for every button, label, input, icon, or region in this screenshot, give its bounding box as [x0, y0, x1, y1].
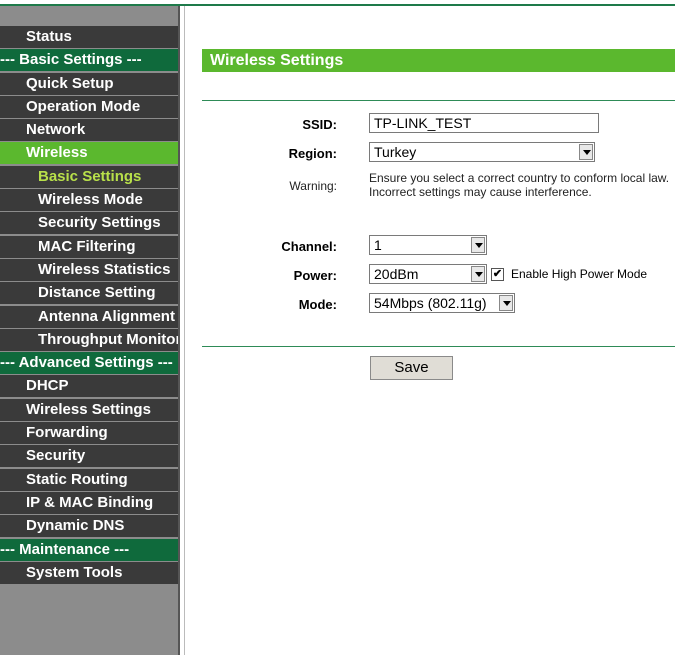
sidebar-item-quick-setup[interactable]: Quick Setup — [0, 72, 178, 95]
power-select[interactable]: 20dBm — [369, 264, 487, 284]
divider-top — [202, 100, 675, 101]
region-select[interactable]: Turkey — [369, 142, 595, 162]
sidebar-item-antenna-alignment[interactable]: Antenna Alignment — [0, 305, 178, 328]
power-label: Power: — [293, 268, 337, 283]
chevron-down-icon — [471, 237, 485, 253]
sidebar-item-static-routing[interactable]: Static Routing — [0, 468, 178, 491]
sidebar-item-system-tools[interactable]: System Tools — [0, 561, 178, 584]
sidebar-item-mac-filtering[interactable]: MAC Filtering — [0, 235, 178, 258]
ssid-input[interactable]: TP-LINK_TEST — [369, 113, 599, 133]
sidebar-item-wireless-statistics[interactable]: Wireless Statistics — [0, 258, 178, 281]
sidebar-item-operation-mode[interactable]: Operation Mode — [0, 95, 178, 118]
sidebar: Status --- Basic Settings --- Quick Setup O… — [0, 6, 178, 655]
region-select-value: Turkey — [374, 144, 417, 160]
chevron-down-icon — [579, 144, 593, 160]
sidebar-section-maintenance: --- Maintenance --- — [0, 538, 178, 561]
sidebar-item-basic-settings[interactable]: Basic Settings — [0, 165, 178, 188]
sidebar-divider — [178, 6, 185, 655]
sidebar-item-wireless[interactable]: Wireless — [0, 142, 178, 165]
power-select-value: 20dBm — [374, 266, 419, 282]
channel-select-value: 1 — [374, 237, 382, 253]
warning-text: Ensure you select a correct country to c… — [369, 171, 670, 199]
sidebar-item-network[interactable]: Network — [0, 119, 178, 142]
chevron-down-icon — [499, 295, 513, 311]
ssid-label: SSID: — [302, 117, 337, 132]
mode-select-value: 54Mbps (802.11g) — [374, 295, 487, 311]
sidebar-item-wireless-settings[interactable]: Wireless Settings — [0, 398, 178, 421]
sidebar-item-distance-setting[interactable]: Distance Setting — [0, 282, 178, 305]
divider-bottom — [202, 346, 675, 347]
main-content: Wireless Settings SSID: TP-LINK_TEST Reg… — [185, 6, 675, 655]
sidebar-section-advanced-settings: --- Advanced Settings --- — [0, 352, 178, 375]
sidebar-menu: Status --- Basic Settings --- Quick Setup O… — [0, 26, 178, 585]
warning-label: Warning: — [289, 179, 337, 193]
high-power-label: Enable High Power Mode — [511, 267, 648, 281]
mode-select[interactable]: 54Mbps (802.11g) — [369, 293, 515, 313]
sidebar-item-security-settings[interactable]: Security Settings — [0, 212, 178, 235]
sidebar-item-security[interactable]: Security — [0, 445, 178, 468]
channel-label: Channel: — [281, 239, 337, 254]
sidebar-section-basic-settings: --- Basic Settings --- — [0, 49, 178, 72]
mode-label: Mode: — [298, 297, 337, 312]
save-button[interactable]: Save — [370, 356, 453, 380]
sidebar-item-wireless-mode[interactable]: Wireless Mode — [0, 189, 178, 212]
region-label: Region: — [288, 146, 337, 161]
sidebar-item-dynamic-dns[interactable]: Dynamic DNS — [0, 515, 178, 538]
sidebar-item-status[interactable]: Status — [0, 26, 178, 48]
sidebar-item-ip-mac-binding[interactable]: IP & MAC Binding — [0, 491, 178, 514]
sidebar-item-throughput-monitor[interactable]: Throughput Monitor — [0, 328, 178, 351]
channel-select[interactable]: 1 — [369, 235, 487, 255]
page-title: Wireless Settings — [202, 49, 675, 72]
chevron-down-icon — [471, 266, 485, 282]
high-power-checkbox[interactable]: ✔ — [491, 268, 504, 281]
sidebar-item-forwarding[interactable]: Forwarding — [0, 422, 178, 445]
sidebar-item-dhcp[interactable]: DHCP — [0, 375, 178, 398]
